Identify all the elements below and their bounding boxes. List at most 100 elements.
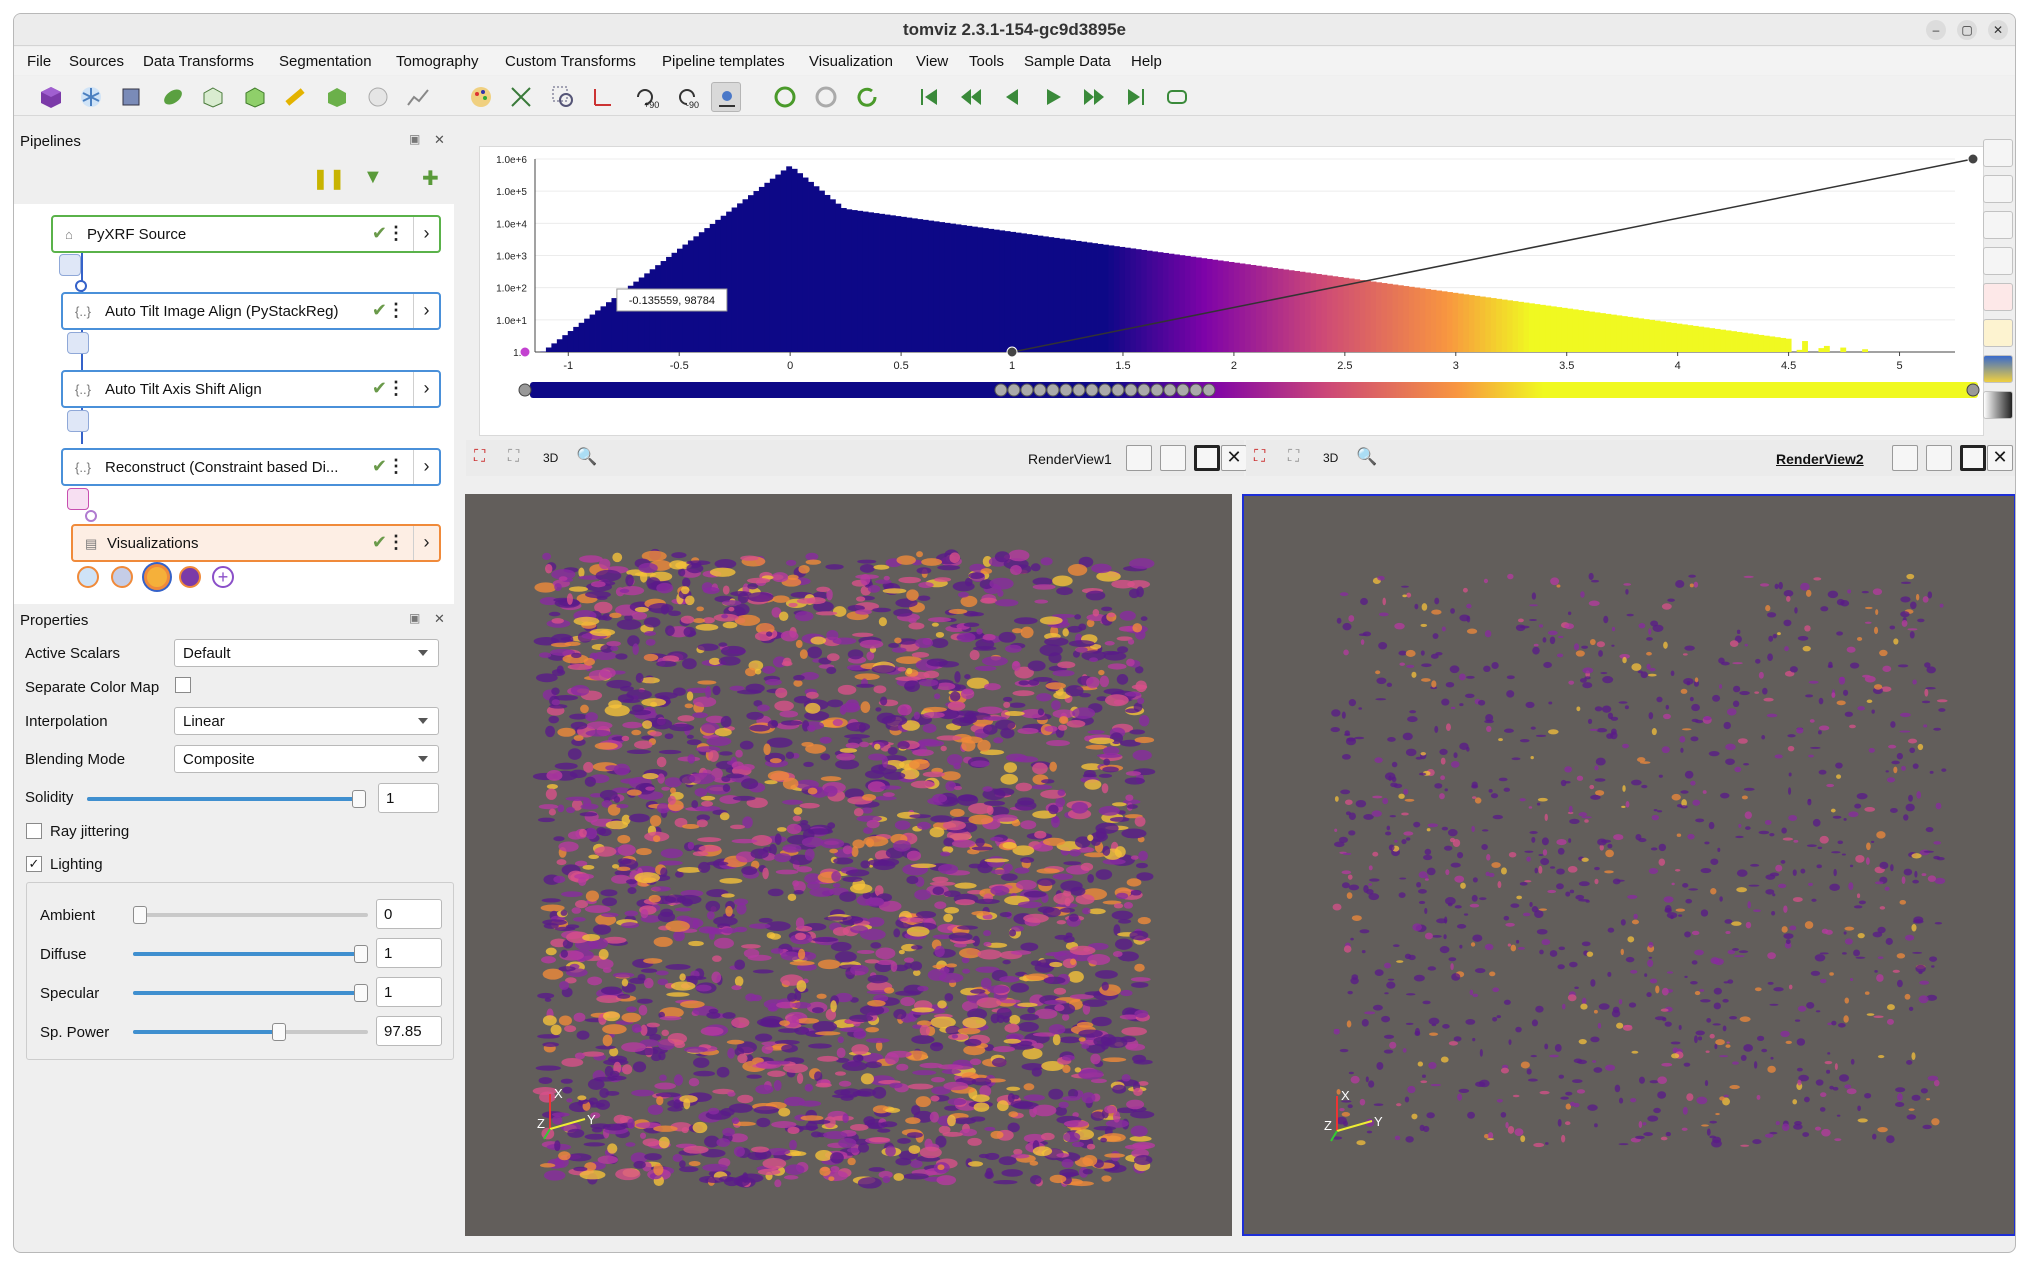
fit-icon[interactable] <box>506 82 536 112</box>
menu-tomography[interactable]: Tomography <box>396 53 479 70</box>
line-chart-icon[interactable] <box>403 82 433 112</box>
save-colormap-icon[interactable] <box>1983 319 2013 347</box>
cube-icon[interactable] <box>36 82 66 112</box>
split-horizontal-icon[interactable] <box>1126 445 1152 471</box>
close-icon[interactable]: ✕ <box>1988 20 2008 40</box>
histogram-log-icon[interactable] <box>1983 211 2013 239</box>
blending-mode-select[interactable]: Composite <box>174 745 439 773</box>
step-forward-icon[interactable] <box>1079 82 1109 112</box>
diffuse-slider[interactable] <box>133 945 368 963</box>
interpolation-select[interactable]: Linear <box>174 707 439 735</box>
zoom-icon[interactable]: 🔍 <box>1356 447 1377 467</box>
menu-custom-transforms[interactable]: Custom Transforms <box>505 53 636 70</box>
split-vertical-icon[interactable] <box>1160 445 1186 471</box>
camera-icon[interactable]: ⛶ <box>1254 448 1265 466</box>
menu-sample-data[interactable]: Sample Data <box>1024 53 1111 70</box>
menu-segmentation[interactable]: Segmentation <box>279 53 372 70</box>
box-icon[interactable] <box>116 82 146 112</box>
solidity-input[interactable]: 1 <box>378 783 439 813</box>
expand-icon[interactable]: › <box>413 526 439 560</box>
panel-close-icon[interactable]: ✕ <box>434 611 445 627</box>
cube-outline-icon[interactable] <box>198 82 228 112</box>
menu-tools[interactable]: Tools <box>969 53 1004 70</box>
maximize-view-icon[interactable] <box>1194 445 1220 471</box>
step-back-icon[interactable] <box>997 82 1027 112</box>
filter-icon[interactable]: ▼ <box>363 166 383 189</box>
histogram-editor[interactable]: 1.0e+61.0e+51.0e+41.0e+31.0e+21.0e+11.0-… <box>479 146 1984 436</box>
ray-jittering-checkbox[interactable] <box>26 823 42 839</box>
histogram-settings-icon[interactable] <box>1983 247 2013 275</box>
pipeline-node-auto-tilt-axis-shift[interactable]: {..} Auto Tilt Axis Shift Align ✔ ⋮ › <box>61 370 441 408</box>
reset-icon[interactable] <box>770 82 800 112</box>
capture-icon[interactable]: ⛶ <box>1288 448 1299 466</box>
sp-power-slider[interactable] <box>133 1023 368 1041</box>
expand-icon[interactable]: › <box>413 450 439 484</box>
zoom-box-icon[interactable] <box>548 82 578 112</box>
add-visualization-icon[interactable]: + <box>212 566 234 588</box>
menu-sources[interactable]: Sources <box>69 53 124 70</box>
data-port-icon[interactable] <box>67 410 89 432</box>
renderview2-title[interactable]: RenderView2 <box>1776 451 1864 467</box>
center-icon[interactable] <box>711 82 741 112</box>
zoom-icon[interactable]: 🔍 <box>576 447 597 467</box>
panel-float-icon[interactable]: ▣ <box>409 611 420 625</box>
rotate-plus90-icon[interactable]: +90 <box>630 82 660 112</box>
pause-icon[interactable]: ❚❚ <box>312 166 346 191</box>
menu-file[interactable]: File <box>27 53 51 70</box>
first-frame-icon[interactable] <box>914 82 944 112</box>
cube-green-icon[interactable] <box>240 82 270 112</box>
favorite-colormap-icon[interactable] <box>1983 283 2013 311</box>
cube-rotate-icon[interactable] <box>322 82 352 112</box>
diffuse-input[interactable]: 1 <box>376 938 442 968</box>
expand-icon[interactable]: › <box>413 294 439 328</box>
axis-x-icon[interactable] <box>588 82 618 112</box>
menu-view[interactable]: View <box>916 53 948 70</box>
expand-icon[interactable]: › <box>413 217 439 251</box>
prev-frame-icon[interactable] <box>956 82 986 112</box>
slice-vis-icon[interactable] <box>77 566 99 588</box>
split-horizontal-icon[interactable] <box>1892 445 1918 471</box>
loop-icon[interactable] <box>1162 82 1192 112</box>
menu-visualization[interactable]: Visualization <box>809 53 893 70</box>
pipeline-node-pyxrf-source[interactable]: ⌂ PyXRF Source ✔ ⋮ › <box>51 215 441 253</box>
lighting-checkbox[interactable]: ✓ <box>26 856 42 872</box>
split-vertical-icon[interactable] <box>1926 445 1952 471</box>
more-icon[interactable]: ⋮ <box>387 532 405 553</box>
pipeline-node-reconstruct[interactable]: {..} Reconstruct (Constraint based Di...… <box>61 448 441 486</box>
palette-icon[interactable] <box>466 82 496 112</box>
add-pipeline-icon[interactable]: ✚ <box>422 166 439 191</box>
renderview1-canvas[interactable]: X Y Z <box>465 494 1232 1236</box>
sp-power-input[interactable]: 97.85 <box>376 1016 442 1046</box>
opacity-gradient-icon[interactable] <box>1983 391 2013 419</box>
data-port-icon[interactable] <box>67 332 89 354</box>
panel-close-icon[interactable]: ✕ <box>434 132 445 148</box>
refresh-icon[interactable] <box>852 82 882 112</box>
ambient-input[interactable]: 0 <box>376 899 442 929</box>
renderview1-title[interactable]: RenderView1 <box>1028 451 1112 467</box>
camera-icon[interactable]: ⛶ <box>474 448 485 466</box>
histogram-range-icon[interactable] <box>1983 139 2013 167</box>
pipeline-node-auto-tilt-image-align[interactable]: {..} Auto Tilt Image Align (PyStackReg) … <box>61 292 441 330</box>
last-frame-icon[interactable] <box>1121 82 1151 112</box>
view-mode-3d[interactable]: 3D <box>543 451 558 465</box>
active-scalars-select[interactable]: Default <box>174 639 439 667</box>
panel-float-icon[interactable]: ▣ <box>409 132 420 146</box>
ruler-icon[interactable] <box>280 82 310 112</box>
close-view-icon[interactable]: ✕ <box>1221 445 1247 471</box>
histogram-custom-range-icon[interactable] <box>1983 175 2013 203</box>
expand-icon[interactable]: › <box>413 372 439 406</box>
minimize-icon[interactable]: – <box>1926 20 1946 40</box>
view-mode-3d[interactable]: 3D <box>1323 451 1338 465</box>
specular-slider[interactable] <box>133 984 368 1002</box>
renderview2-canvas[interactable]: X Y Z <box>1242 494 2015 1236</box>
histogram-chart[interactable]: 1.0e+61.0e+51.0e+41.0e+31.0e+21.0e+11.0-… <box>480 147 1985 437</box>
pipeline-node-visualizations[interactable]: ▤ Visualizations ✔ ⋮ › <box>71 524 441 562</box>
more-icon[interactable]: ⋮ <box>387 300 405 321</box>
menu-data-transforms[interactable]: Data Transforms <box>143 53 254 70</box>
volume-vis-icon[interactable] <box>144 564 170 590</box>
snowflake-icon[interactable] <box>76 82 106 112</box>
contour-vis-icon[interactable] <box>179 566 201 588</box>
more-icon[interactable]: ⋮ <box>387 456 405 477</box>
close-view-icon[interactable]: ✕ <box>1987 445 2013 471</box>
rotate-minus90-icon[interactable]: -90 <box>672 82 702 112</box>
